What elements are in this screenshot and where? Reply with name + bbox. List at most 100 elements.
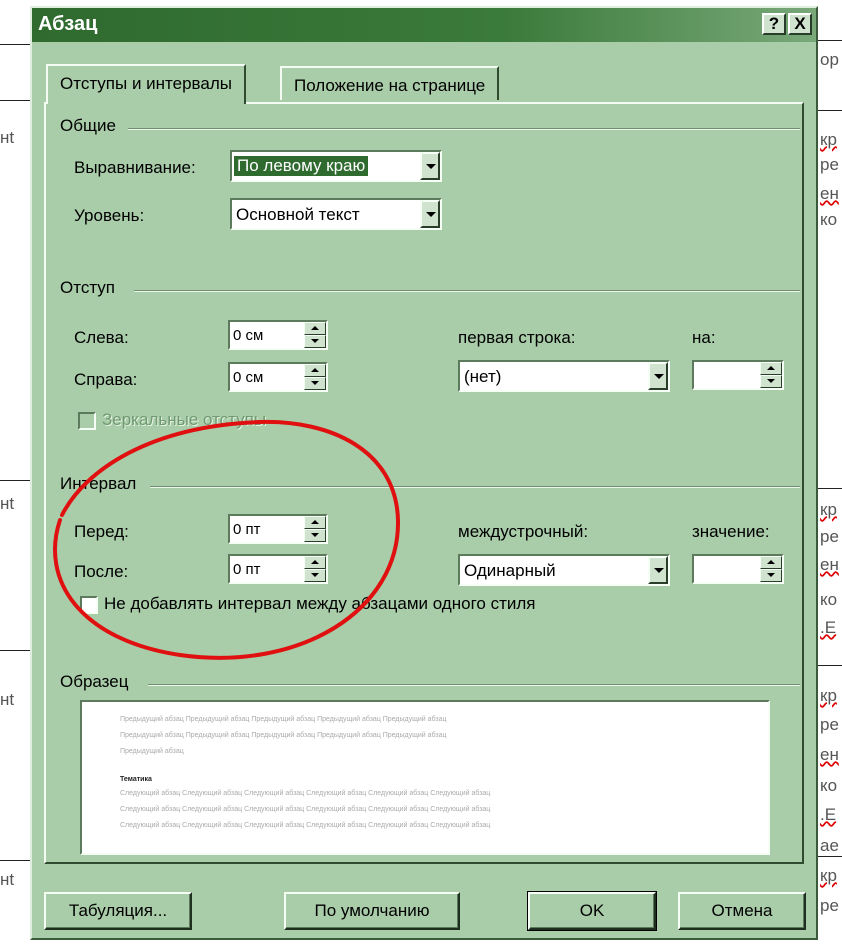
doc-fragment: нt (0, 690, 15, 709)
preview-sample-text: Тематика (120, 776, 152, 783)
chevron-down-icon[interactable] (648, 362, 668, 390)
spin-down-icon[interactable] (304, 335, 326, 348)
first-line-value: (нет) (464, 367, 502, 386)
doc-fragment: ко (820, 776, 838, 795)
no-space-same-style-checkbox[interactable] (80, 596, 98, 614)
indent-by-spinner[interactable] (692, 360, 784, 390)
group-heading-indent: Отступ (60, 278, 116, 297)
chevron-down-icon[interactable] (648, 556, 668, 584)
spin-up-icon[interactable] (304, 364, 326, 377)
space-before-value: 0 пт (233, 521, 261, 538)
doc-fragment: кр (820, 500, 837, 519)
doc-fragment: кр (820, 866, 837, 885)
line-spacing-label: междустрочный: (458, 522, 589, 541)
spin-down-icon[interactable] (304, 377, 326, 390)
doc-fragment: ор (820, 50, 839, 69)
tab-page-position[interactable]: Положение на странице (280, 66, 500, 100)
preview-next-line: Следующий абзац Следующий абзац Следующи… (120, 806, 491, 813)
mirror-indents-checkbox (78, 412, 96, 430)
indent-right-spinner[interactable]: 0 см (228, 362, 328, 392)
preview-next-line: Следующий абзац Следующий абзац Следующи… (120, 790, 491, 797)
preview-prev-line: Предыдущий абзац Предыдущий абзац Предыд… (120, 716, 447, 723)
preview-box: Предыдущий абзац Предыдущий абзац Предыд… (80, 700, 770, 855)
alignment-select[interactable]: По левому краю (230, 150, 442, 182)
mirror-indents-label: Зеркальные отступы (102, 410, 267, 429)
doc-line (0, 100, 30, 101)
spin-up-icon[interactable] (760, 556, 782, 569)
spacing-value-label: значение: (692, 522, 770, 541)
first-line-select[interactable]: (нет) (458, 360, 670, 392)
doc-line (0, 860, 30, 861)
space-after-value: 0 пт (233, 561, 261, 578)
alignment-label: Выравнивание: (74, 158, 196, 177)
doc-fragment: ре (820, 896, 839, 915)
spin-down-icon[interactable] (304, 529, 326, 542)
alignment-value: По левому краю (234, 156, 369, 176)
first-line-label: первая строка: (458, 328, 576, 347)
doc-fragment: ен (820, 555, 839, 574)
doc-line (0, 650, 30, 651)
level-select[interactable]: Основной текст (230, 198, 442, 230)
group-heading-general: Общие (60, 116, 116, 135)
space-before-label: Перед: (74, 522, 129, 541)
chevron-down-icon[interactable] (420, 152, 440, 180)
group-divider (150, 486, 800, 488)
doc-line (0, 44, 30, 45)
set-default-button[interactable]: По умолчанию (284, 892, 460, 930)
doc-line (818, 110, 842, 111)
doc-fragment: ре (820, 527, 839, 546)
tab-indents-spacing[interactable]: Отступы и интервалы (46, 64, 246, 104)
preview-prev-line: Предыдущий абзац (120, 748, 184, 755)
indent-right-label: Справа: (74, 370, 138, 389)
ok-button[interactable]: OK (527, 891, 657, 931)
spin-up-icon[interactable] (304, 516, 326, 529)
space-after-spinner[interactable]: 0 пт (228, 554, 328, 584)
spin-up-icon[interactable] (304, 322, 326, 335)
group-divider (134, 290, 800, 292)
doc-line (818, 488, 842, 489)
doc-fragment: ре (820, 155, 839, 174)
doc-fragment: нt (0, 128, 15, 147)
indent-left-label: Слева: (74, 328, 129, 347)
indent-by-label: на: (692, 328, 716, 347)
group-divider (128, 128, 800, 130)
doc-fragment: нt (0, 494, 15, 513)
doc-fragment: кр (820, 686, 837, 705)
chevron-down-icon[interactable] (420, 200, 440, 228)
doc-fragment: ен (820, 184, 839, 203)
spin-down-icon[interactable] (304, 569, 326, 582)
doc-line (818, 40, 842, 41)
space-before-spinner[interactable]: 0 пт (228, 514, 328, 544)
spin-down-icon[interactable] (760, 569, 782, 582)
cancel-button[interactable]: Отмена (678, 892, 806, 930)
line-spacing-select[interactable]: Одинарный (458, 554, 670, 586)
tabs-button[interactable]: Табуляция... (44, 892, 192, 930)
spin-up-icon[interactable] (760, 362, 782, 375)
dialog-title: Абзац (38, 13, 98, 35)
group-heading-preview: Образец (60, 672, 129, 691)
doc-fragment: ко (820, 210, 838, 229)
spacing-value-spinner[interactable] (692, 554, 784, 584)
group-divider (148, 684, 800, 686)
doc-line (0, 480, 30, 481)
doc-fragment: нt (0, 870, 15, 889)
space-after-label: После: (74, 562, 129, 581)
doc-fragment: .Е (820, 805, 837, 824)
doc-fragment: ае (820, 836, 839, 855)
close-button[interactable]: X (788, 13, 812, 35)
level-value: Основной текст (236, 205, 360, 224)
spin-down-icon[interactable] (760, 375, 782, 388)
preview-prev-line: Предыдущий абзац Предыдущий абзац Предыд… (120, 732, 447, 739)
doc-fragment: ко (820, 590, 838, 609)
title-bar[interactable]: Абзац ? X (32, 8, 816, 42)
doc-fragment: .Е (820, 618, 837, 637)
spin-up-icon[interactable] (304, 556, 326, 569)
help-button[interactable]: ? (762, 13, 786, 35)
doc-fragment: кр (820, 130, 837, 149)
no-space-same-style-label: Не добавлять интервал между абзацами одн… (104, 594, 536, 613)
indent-left-spinner[interactable]: 0 см (228, 320, 328, 350)
doc-line (818, 665, 842, 666)
doc-fragment: ре (820, 715, 839, 734)
paragraph-dialog: Абзац ? X Отступы и интервалы Положение … (30, 6, 818, 940)
preview-next-line: Следующий абзац Следующий абзац Следующи… (120, 822, 491, 829)
